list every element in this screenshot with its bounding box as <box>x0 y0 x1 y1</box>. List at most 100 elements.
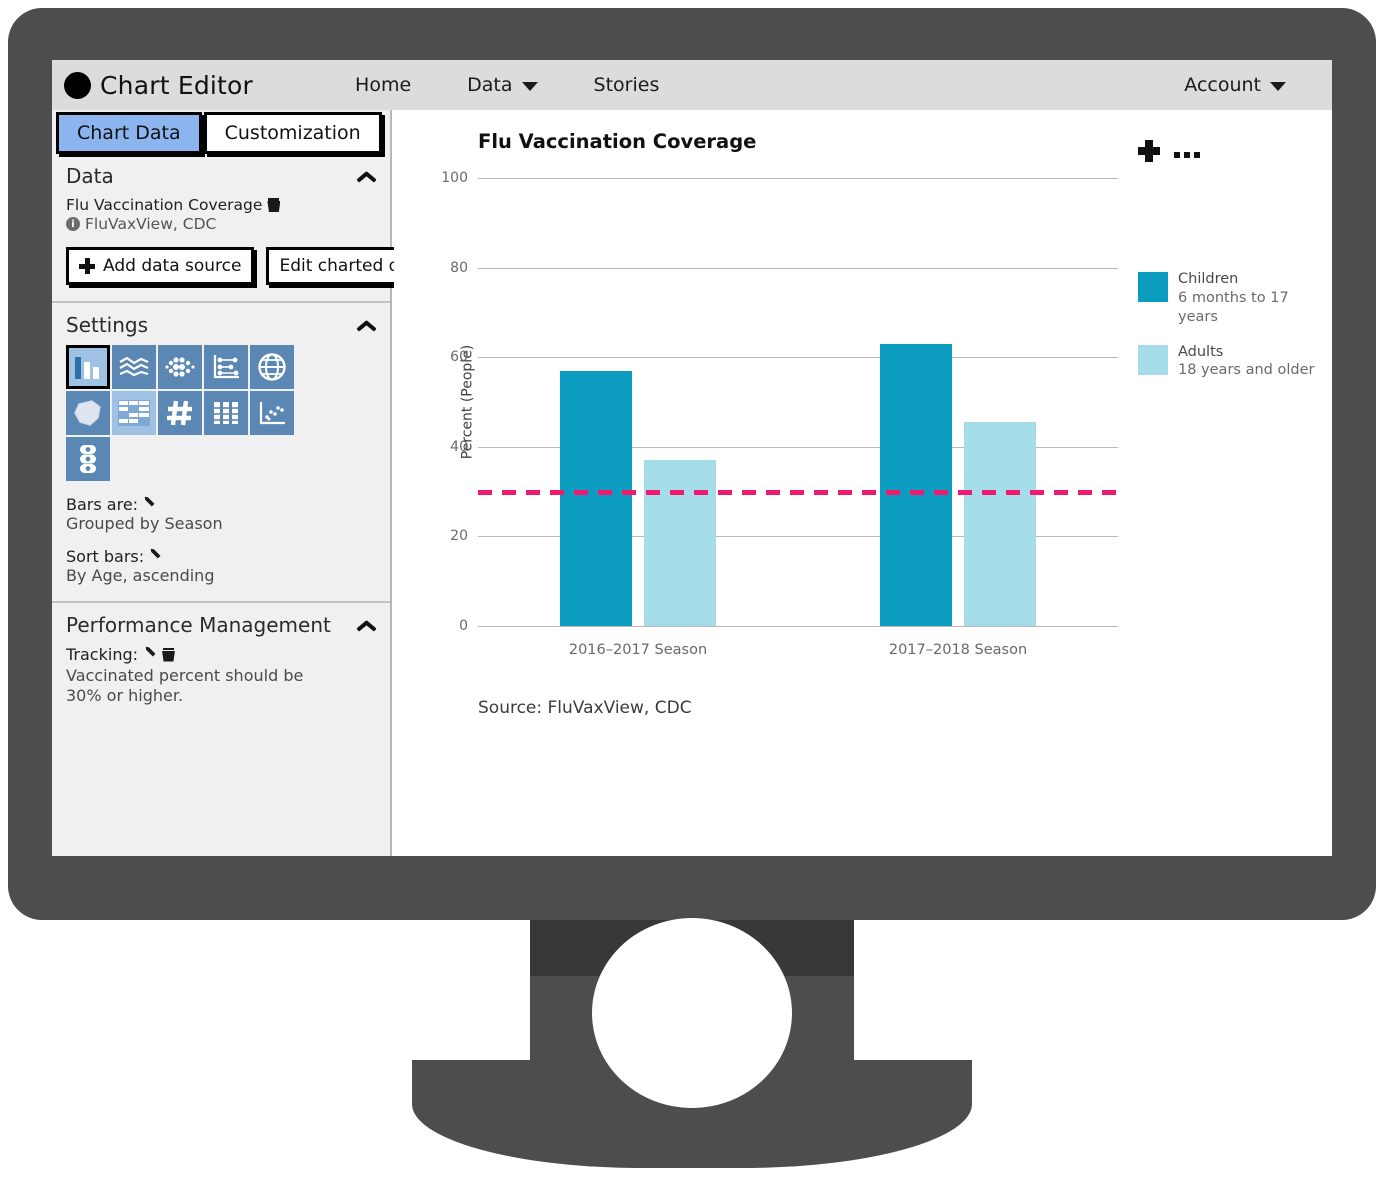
nav-item-data[interactable]: Data <box>439 74 565 96</box>
chart-title: Flu Vaccination Coverage <box>478 130 757 153</box>
dot-plot-icon[interactable] <box>204 345 248 389</box>
gridline <box>478 357 1118 359</box>
legend-item[interactable]: Children 6 months to 17 years <box>1138 270 1332 327</box>
screen: Chart Editor Home Data Stories Account C… <box>52 60 1332 856</box>
dataset-name: Flu Vaccination Coverage <box>66 196 263 214</box>
tracking-label: Tracking: <box>66 645 138 664</box>
add-data-source-button[interactable]: Add data source <box>66 247 255 285</box>
pencil-icon[interactable] <box>148 550 162 564</box>
tracking-row: Tracking: <box>66 645 376 664</box>
nav-links: Home Data Stories <box>327 74 687 96</box>
legend-swatch <box>1138 272 1168 302</box>
top-navigation-bar: Chart Editor Home Data Stories Account <box>52 60 1332 110</box>
tracking-value: Vaccinated percent should be 30% or high… <box>66 666 304 705</box>
globe-map-icon[interactable] <box>250 345 294 389</box>
chevron-down-icon <box>1270 82 1286 91</box>
y-axis-tick: 40 <box>450 438 468 455</box>
pencil-icon[interactable] <box>142 498 156 512</box>
line-chart-icon[interactable] <box>112 345 156 389</box>
y-axis-tick: 100 <box>441 170 468 186</box>
bar-adults-1[interactable] <box>964 422 1036 626</box>
chevron-down-icon <box>521 82 538 91</box>
tab-customization[interactable]: Customization <box>203 112 382 154</box>
sort-bars-label: Sort bars: <box>66 547 145 566</box>
nav-item-account[interactable]: Account <box>1156 74 1314 96</box>
legend-series-name: Children <box>1178 271 1239 287</box>
legend-series-name: Adults <box>1178 343 1224 360</box>
performance-panel-title: Performance Management <box>66 613 331 637</box>
bar-adults-0[interactable] <box>644 460 716 626</box>
y-axis-tick: 0 <box>459 618 468 634</box>
chevron-up-icon[interactable] <box>356 619 376 631</box>
dataset-source-row: i FluVaxView, CDC <box>66 215 376 233</box>
sort-bars-row: Sort bars: <box>66 547 376 566</box>
legend-swatch <box>1138 344 1168 375</box>
gridline <box>478 178 1118 179</box>
nav-item-data-label: Data <box>467 74 513 96</box>
y-axis-tick: 80 <box>450 259 468 276</box>
legend-series-sublabel: 18 years and older <box>1178 362 1315 379</box>
sidebar: Chart Data Customization Data Flu Vaccin… <box>52 110 440 856</box>
settings-panel: Settings Bars are: Grouped by Season Sor… <box>52 303 390 603</box>
table-icon[interactable] <box>112 391 156 435</box>
x-axis-tick: 2016–2017 Season <box>568 642 708 658</box>
plus-icon[interactable] <box>1138 140 1160 162</box>
data-panel: Data Flu Vaccination Coverage i FluVaxVi… <box>52 154 440 303</box>
bar-chart-icon[interactable] <box>66 345 110 389</box>
info-icon: i <box>66 217 80 231</box>
nav-item-stories-label: Stories <box>593 74 660 96</box>
bar-children-0[interactable] <box>560 370 632 626</box>
add-data-source-label: Add data source <box>103 256 242 276</box>
plus-icon <box>79 258 95 274</box>
nav-right: Account <box>1156 74 1314 96</box>
bars-are-label: Bars are: <box>66 495 139 514</box>
trash-icon[interactable] <box>162 647 175 662</box>
data-panel-title: Data <box>66 164 114 188</box>
dataset-source: FluVaxView, CDC <box>85 215 217 233</box>
chart-area: Flu Vaccination Coverage Percent (People… <box>394 110 1332 856</box>
legend-item[interactable]: Adults 18 years and older <box>1138 343 1332 381</box>
settings-panel-header: Settings <box>66 313 376 337</box>
tab-chart-data-label: Chart Data <box>77 122 181 144</box>
chart-source-note: Source: FluVaxView, CDC <box>478 698 692 718</box>
sidebar-tabs: Chart Data Customization <box>52 110 390 154</box>
chart-type-grid <box>66 345 336 481</box>
chevron-up-icon[interactable] <box>356 170 376 182</box>
app-title: Chart Editor <box>100 70 254 100</box>
nav-item-home-label: Home <box>355 74 412 96</box>
tab-customization-label: Customization <box>224 122 361 144</box>
trash-icon[interactable] <box>267 198 280 212</box>
dataset-row: Flu Vaccination Coverage <box>66 196 376 214</box>
ellipsis-icon[interactable] <box>1174 140 1200 162</box>
bullet-chart-icon[interactable] <box>204 391 248 435</box>
bar-chart-plot: Percent (People) 0 20 40 60 80 100 2016–2017 S… <box>441 170 1118 658</box>
app-brand: Chart Editor <box>64 71 253 100</box>
bars-are-row: Bars are: <box>66 495 376 514</box>
pencil-icon[interactable] <box>143 648 157 662</box>
traffic-light-icon[interactable] <box>66 437 110 481</box>
bar-children-1[interactable] <box>880 343 952 626</box>
filled-circle-logo-icon <box>64 71 91 99</box>
polygon-map-icon[interactable] <box>66 391 110 435</box>
chevron-up-icon[interactable] <box>356 319 376 331</box>
performance-management-panel: Performance Management Tracking: Vaccina… <box>52 603 390 722</box>
bars-are-value: Grouped by Season <box>66 514 223 533</box>
data-buttons: Add data source Edit charted data <box>66 247 440 285</box>
monitor-stand-cutout <box>592 918 792 1108</box>
number-icon[interactable] <box>158 391 202 435</box>
data-panel-header: Data <box>66 164 376 188</box>
gridline <box>478 267 1118 269</box>
bubble-chart-icon[interactable] <box>158 345 202 389</box>
scatter-plot-icon[interactable] <box>250 391 294 435</box>
y-axis-tick: 20 <box>450 528 468 545</box>
gridline <box>478 626 1118 627</box>
nav-item-account-label: Account <box>1184 74 1261 96</box>
x-axis-tick: 2017–2018 Season <box>888 642 1028 658</box>
performance-panel-header: Performance Management <box>66 613 376 637</box>
nav-item-home[interactable]: Home <box>327 74 439 96</box>
y-axis-tick: 60 <box>450 349 468 366</box>
chart-actions <box>1138 140 1200 162</box>
nav-item-stories[interactable]: Stories <box>566 74 688 96</box>
tab-chart-data[interactable]: Chart Data <box>56 112 202 154</box>
chart-legend: Children 6 months to 17 years Adults 18 yea… <box>1138 270 1332 380</box>
